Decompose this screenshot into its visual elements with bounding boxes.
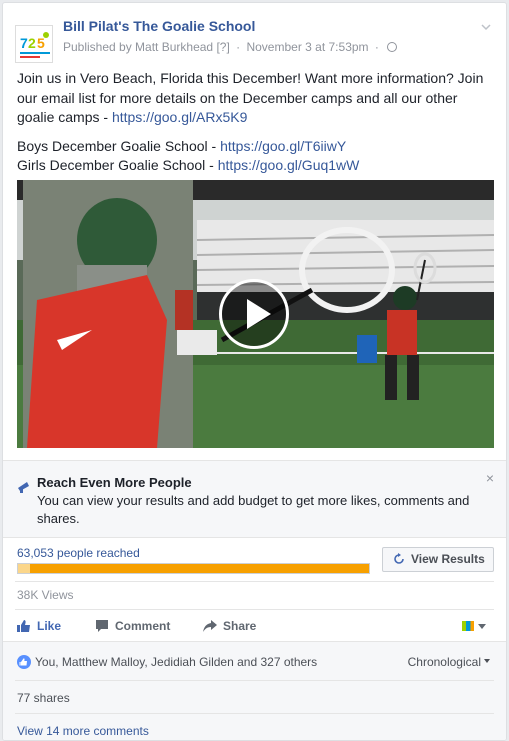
goalie-school-logo: 7 2 5 bbox=[16, 26, 52, 62]
divider bbox=[15, 609, 494, 610]
svg-text:2: 2 bbox=[28, 35, 36, 51]
post-header: 7 2 5 Bill Pilat's The Goalie School Pub… bbox=[15, 15, 494, 63]
email-list-link[interactable]: https://goo.gl/ARx5K9 bbox=[112, 109, 247, 125]
page-avatar[interactable]: 7 2 5 bbox=[15, 25, 53, 63]
share-icon bbox=[203, 620, 217, 632]
chevron-down-icon[interactable] bbox=[480, 21, 492, 33]
likers-text: You, Matthew Malloy, Jedidiah Gilden and… bbox=[35, 655, 318, 669]
caret-down-icon bbox=[484, 659, 490, 663]
post-card: 7 2 5 Bill Pilat's The Goalie School Pub… bbox=[2, 2, 507, 741]
caret-down-icon bbox=[478, 624, 486, 629]
reach-progress-bar bbox=[17, 563, 370, 574]
page-selector[interactable] bbox=[462, 621, 486, 633]
boys-link[interactable]: https://goo.gl/T6iiwY bbox=[220, 138, 346, 154]
post-paragraph: Join us in Vero Beach, Florida this Dece… bbox=[17, 69, 495, 128]
comment-label: Comment bbox=[115, 619, 171, 633]
video-player[interactable] bbox=[17, 180, 494, 448]
svg-text:5: 5 bbox=[37, 35, 45, 51]
like-label: Like bbox=[37, 619, 62, 633]
girls-link[interactable]: https://goo.gl/Guq1wW bbox=[218, 157, 360, 173]
share-button[interactable]: Share bbox=[203, 615, 256, 637]
reach-progress-organic bbox=[18, 564, 30, 573]
published-by[interactable]: Published by Matt Burkhead bbox=[63, 40, 213, 54]
divider bbox=[15, 680, 494, 681]
boost-body: You can view your results and add budget… bbox=[37, 493, 470, 526]
share-label: Share bbox=[223, 619, 257, 633]
reach-progress-fill bbox=[18, 564, 369, 573]
view-more-comments-link[interactable]: View 14 more comments bbox=[17, 724, 149, 738]
svg-text:7: 7 bbox=[20, 35, 28, 51]
post-meta: Published by Matt Burkhead [?] · Novembe… bbox=[63, 40, 398, 54]
girls-label: Girls December Goalie School - bbox=[17, 157, 218, 173]
megaphone-icon bbox=[18, 482, 29, 493]
shares-count[interactable]: 77 shares bbox=[17, 691, 70, 705]
play-icon[interactable] bbox=[219, 279, 289, 349]
globe-icon[interactable] bbox=[387, 42, 398, 52]
boys-label: Boys December Goalie School - bbox=[17, 137, 221, 154]
meta-separator: · bbox=[236, 40, 241, 54]
meta-separator-2: · bbox=[374, 40, 379, 54]
action-bar: Like Comment Share bbox=[3, 615, 506, 639]
people-reached[interactable]: 63,053 people reached bbox=[17, 546, 140, 560]
comment-icon bbox=[96, 620, 108, 632]
post-body: Join us in Vero Beach, Florida this Dece… bbox=[17, 69, 495, 185]
post-paragraph-text: Join us in Vero Beach, Florida this Dece… bbox=[17, 70, 484, 125]
comment-button[interactable]: Comment bbox=[95, 615, 170, 637]
thumbs-up-icon bbox=[19, 658, 27, 666]
thumbs-up-icon bbox=[17, 620, 30, 632]
page-thumb-icon bbox=[462, 621, 474, 631]
divider bbox=[15, 713, 494, 714]
post-date[interactable]: November 3 at 7:53pm bbox=[246, 40, 368, 54]
page-name[interactable]: Bill Pilat's The Goalie School bbox=[63, 18, 255, 34]
likers-summary[interactable]: You, Matthew Malloy, Jedidiah Gilden and… bbox=[17, 655, 317, 669]
help-marker[interactable]: [?] bbox=[216, 40, 229, 54]
close-icon[interactable]: × bbox=[486, 470, 494, 486]
like-reaction-icon bbox=[17, 655, 31, 669]
boost-banner: Reach Even More People You can view your… bbox=[3, 460, 506, 538]
post-links-paragraph: Boys December Goalie School - https://go… bbox=[17, 137, 495, 176]
divider bbox=[15, 581, 494, 582]
video-views[interactable]: 38K Views bbox=[17, 588, 73, 602]
view-results-label: View Results bbox=[411, 552, 485, 566]
comment-order-label: Chronological bbox=[407, 655, 481, 669]
like-button[interactable]: Like bbox=[17, 615, 61, 637]
view-results-button[interactable]: View Results bbox=[382, 547, 494, 572]
comment-order-dropdown[interactable]: Chronological bbox=[408, 655, 490, 669]
refresh-icon bbox=[394, 553, 404, 564]
boost-title: Reach Even More People bbox=[37, 475, 192, 490]
